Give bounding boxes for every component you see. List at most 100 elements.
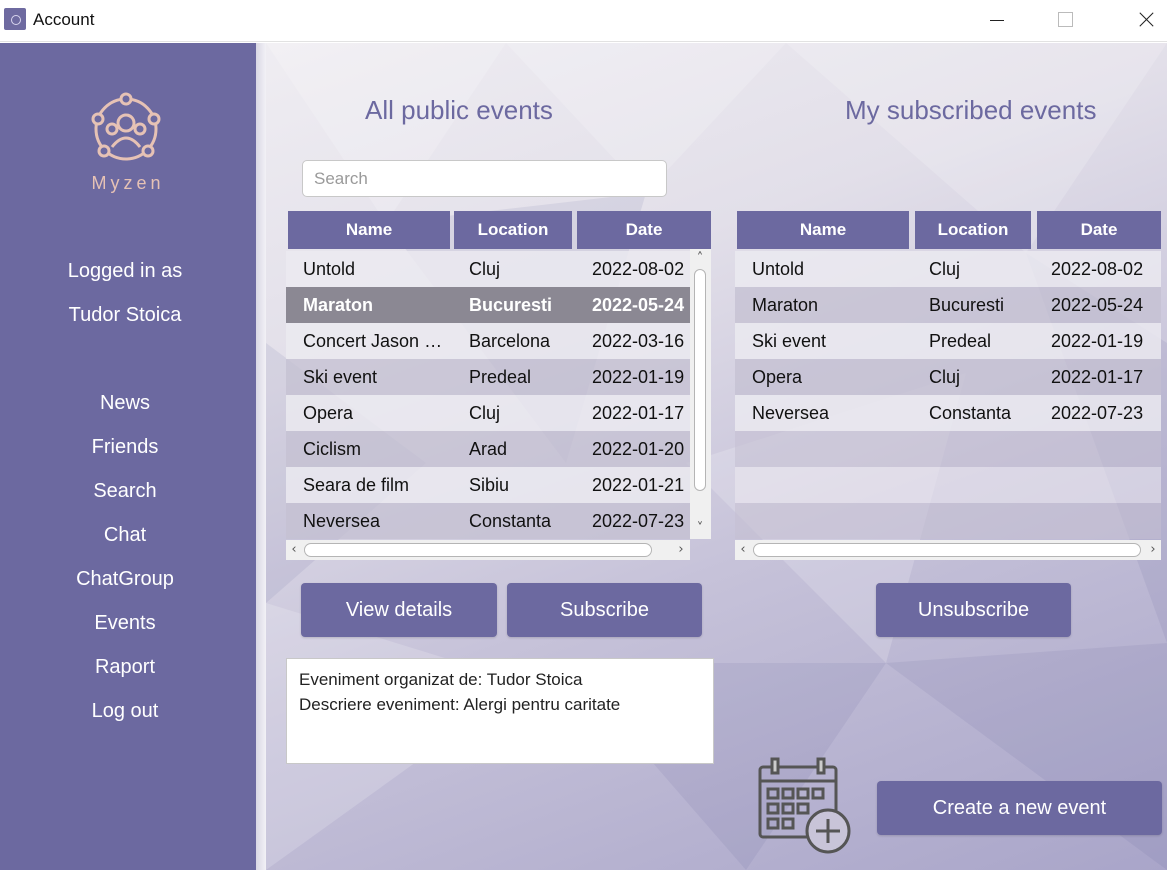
cell-name: Concert Jason D...	[303, 331, 451, 351]
cell-name: Neversea	[303, 511, 381, 531]
table-row[interactable]: Neversea Constanta 2022-07-23	[735, 395, 1161, 431]
cell-location: Cluj	[469, 259, 501, 279]
column-header-location[interactable]: Location	[454, 211, 572, 249]
public-events-heading: All public events	[365, 95, 553, 125]
cell-location: Barcelona	[469, 331, 551, 351]
subscribed-events-heading: My subscribed events	[845, 95, 1097, 125]
search-input[interactable]	[302, 160, 667, 197]
cell-location: Cluj	[929, 259, 961, 279]
scroll-right-arrow[interactable]: ›	[673, 540, 689, 560]
logged-in-username: Tudor Stoica	[68, 304, 182, 326]
cell-name: Maraton	[303, 295, 374, 315]
cell-name: Neversea	[752, 403, 830, 423]
cell-date: 2022-07-23	[592, 511, 685, 531]
table-row[interactable]: Opera Cluj 2022-01-17	[286, 395, 690, 431]
cell-date: 2022-07-23	[1051, 403, 1144, 423]
cell-date: 2022-01-19	[1051, 331, 1144, 351]
window-title: Account	[33, 10, 95, 29]
empty-row	[735, 431, 1161, 467]
scroll-up-arrow[interactable]: ˄	[692, 249, 708, 269]
cell-name: Untold	[752, 259, 805, 279]
nav-events[interactable]: Events	[0, 612, 250, 635]
table-row[interactable]: Ski event Predeal 2022-01-19	[286, 359, 690, 395]
cell-location: Sibiu	[469, 475, 510, 495]
unsubscribe-button[interactable]: Unsubscribe	[876, 583, 1071, 637]
scroll-thumb[interactable]	[304, 543, 652, 557]
nav-search[interactable]: Search	[0, 480, 250, 503]
column-header-name[interactable]: Name	[288, 211, 450, 249]
table-row[interactable]: Untold Cluj 2022-08-02	[735, 251, 1161, 287]
cell-date: 2022-01-20	[592, 439, 685, 459]
cell-name: Ski event	[752, 331, 827, 351]
scroll-left-arrow[interactable]: ‹	[735, 540, 751, 560]
scroll-thumb[interactable]	[753, 543, 1141, 557]
maximize-button[interactable]	[1042, 0, 1088, 40]
close-button[interactable]	[1113, 0, 1159, 40]
calendar-add-icon[interactable]	[756, 755, 856, 855]
cell-location: Predeal	[469, 367, 532, 387]
cell-date: 2022-01-17	[592, 403, 685, 423]
cell-date: 2022-01-17	[1051, 367, 1144, 387]
cell-date: 2022-05-24	[1051, 295, 1144, 315]
cell-date: 2022-01-19	[592, 367, 685, 387]
cell-date: 2022-05-24	[592, 295, 685, 315]
table-row[interactable]: Maraton Bucuresti 2022-05-24	[735, 287, 1161, 323]
cell-location: Cluj	[929, 367, 961, 387]
cell-name: Ciclism	[303, 439, 361, 459]
empty-row	[735, 503, 1161, 539]
minimize-button[interactable]	[972, 0, 1018, 40]
create-event-button[interactable]: Create a new event	[877, 781, 1162, 835]
cell-location: Constanta	[469, 511, 552, 531]
nav-chat[interactable]: Chat	[0, 524, 250, 547]
sidebar-divider	[256, 43, 266, 870]
table-row[interactable]: Neversea Constanta 2022-07-23	[286, 503, 690, 539]
cell-name: Ski event	[303, 367, 378, 387]
vertical-scrollbar[interactable]: ˄ ˅	[690, 249, 711, 539]
nav-friends[interactable]: Friends	[0, 436, 250, 459]
scroll-down-arrow[interactable]: ˅	[692, 519, 708, 539]
cell-location: Bucuresti	[929, 295, 1005, 315]
details-organizer: Eveniment organizat de: Tudor Stoica	[299, 670, 583, 689]
cell-date: 2022-08-02	[1051, 259, 1144, 279]
event-details-box: Eveniment organizat de: Tudor Stoica Des…	[286, 658, 714, 764]
main-content: All public events My subscribed events N…	[266, 43, 1167, 870]
logo-text: Myzen	[91, 173, 165, 193]
cell-location: Predeal	[929, 331, 992, 351]
nav-log-out[interactable]: Log out	[0, 700, 250, 723]
cell-location: Cluj	[469, 403, 501, 423]
column-header-date[interactable]: Date	[1037, 211, 1161, 249]
cell-name: Seara de film	[303, 475, 410, 495]
table-row[interactable]: Opera Cluj 2022-01-17	[735, 359, 1161, 395]
cell-name: Opera	[303, 403, 354, 423]
column-header-date[interactable]: Date	[577, 211, 711, 249]
app-icon	[4, 8, 26, 30]
sidebar: Myzen Logged in as Tudor Stoica News Fri…	[0, 43, 256, 870]
nav-news[interactable]: News	[0, 392, 250, 415]
subscribe-button[interactable]: Subscribe	[507, 583, 702, 637]
table-row[interactable]: Untold Cluj 2022-08-02	[286, 251, 690, 287]
public-events-table: Name Location Date Untold Cluj 2022-08-02 M…	[286, 211, 711, 561]
scroll-right-arrow[interactable]: ›	[1145, 540, 1161, 560]
table-row[interactable]: Concert Jason D... Barcelona 2022-03-16	[286, 323, 690, 359]
horizontal-scrollbar[interactable]: ‹ ›	[286, 540, 690, 560]
table-row[interactable]: Maraton Bucuresti 2022-05-24	[286, 287, 690, 323]
details-description: Descriere eveniment: Alergi pentru carit…	[299, 695, 621, 714]
empty-row	[735, 467, 1161, 503]
logged-in-label: Logged in as	[67, 260, 183, 282]
nav-chatgroup[interactable]: ChatGroup	[0, 568, 250, 591]
title-bar: Account	[0, 0, 1167, 42]
table-row[interactable]: Ski event Predeal 2022-01-19	[735, 323, 1161, 359]
table-row[interactable]: Seara de film Sibiu 2022-01-21	[286, 467, 690, 503]
subscribed-events-table: Name Location Date Untold Cluj 2022-08-02 M…	[735, 211, 1161, 561]
nav-raport[interactable]: Raport	[0, 656, 250, 679]
horizontal-scrollbar[interactable]: ‹ ›	[735, 540, 1161, 560]
column-header-name[interactable]: Name	[737, 211, 909, 249]
cell-date: 2022-08-02	[592, 259, 685, 279]
scroll-left-arrow[interactable]: ‹	[286, 540, 302, 560]
table-row[interactable]: Ciclism Arad 2022-01-20	[286, 431, 690, 467]
column-header-location[interactable]: Location	[915, 211, 1031, 249]
cell-name: Untold	[303, 259, 356, 279]
cell-date: 2022-03-16	[592, 331, 685, 351]
scroll-thumb[interactable]	[694, 269, 706, 491]
view-details-button[interactable]: View details	[301, 583, 497, 637]
